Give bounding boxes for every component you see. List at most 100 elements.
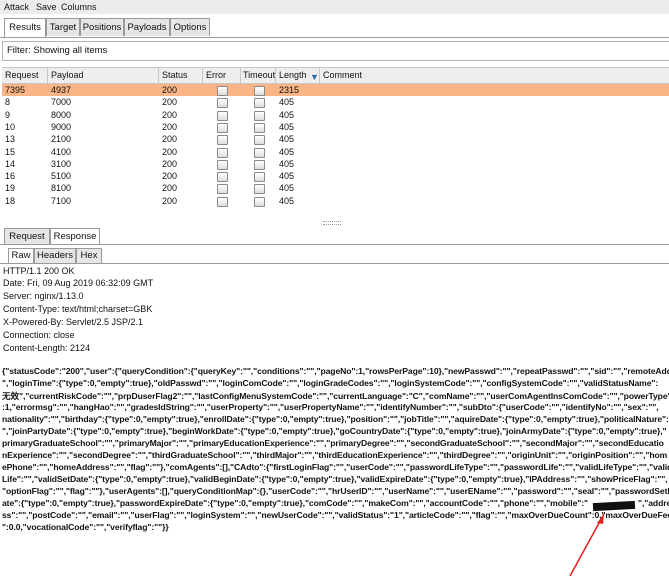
cell-payload: 2100 xyxy=(51,134,72,145)
tab-headers[interactable]: Headers xyxy=(34,248,76,264)
body-line: ","joinPartyDate":{"type":0,"empty":true… xyxy=(2,426,667,436)
header-line: X-Powered-By: Servlet/2.5 JSP/2.1 xyxy=(3,317,144,327)
cell-length: 405 xyxy=(279,109,295,120)
table-row[interactable]: 19 8100 200 405 xyxy=(2,182,669,195)
col-payload[interactable]: Payload xyxy=(51,70,84,80)
timeout-checkbox xyxy=(254,110,265,121)
table-row[interactable]: 15 4100 200 405 xyxy=(2,146,669,158)
cell-length: 2315 xyxy=(279,85,300,95)
menu-save[interactable]: Save xyxy=(36,2,57,12)
cell-payload: 4100 xyxy=(51,146,72,157)
table-row[interactable]: 16 5100 200 405 xyxy=(2,170,669,183)
tab-target[interactable]: Target xyxy=(46,18,80,36)
error-checkbox xyxy=(217,184,228,195)
tab-response[interactable]: Response xyxy=(50,228,100,245)
cell-payload: 7000 xyxy=(51,97,72,108)
cell-request: 7395 xyxy=(5,85,26,95)
body-line: {"statusCode":"200","user":{"queryCondit… xyxy=(2,366,669,376)
cell-status: 200 xyxy=(162,171,178,182)
tab-raw[interactable]: Raw xyxy=(8,248,34,264)
sort-desc-icon: ▼ xyxy=(310,72,319,82)
timeout-checkbox xyxy=(254,184,265,195)
timeout-checkbox xyxy=(254,172,265,183)
table-row[interactable]: 7395 4937 200 2315 xyxy=(2,84,669,96)
tab-results[interactable]: Results xyxy=(4,18,46,38)
cell-request: 13 xyxy=(5,134,16,145)
body-line: :1,"errormsg":"","hangHao":"","gradesIdS… xyxy=(2,402,659,412)
error-checkbox xyxy=(217,159,228,170)
cell-payload: 3100 xyxy=(51,158,72,169)
table-row[interactable]: 9 8000 200 405 xyxy=(2,109,669,121)
cell-length: 405 xyxy=(279,158,295,169)
cell-length: 405 xyxy=(279,121,295,132)
col-status[interactable]: Status xyxy=(162,70,188,80)
results-table: Request Payload Status Error Timeout Len… xyxy=(2,67,669,221)
body-line: 无效","currentRiskCode":"","prpDuserFlag2"… xyxy=(2,391,669,401)
cell-status: 200 xyxy=(162,85,178,95)
splitter-grip[interactable] xyxy=(323,221,341,225)
cell-request: 16 xyxy=(5,171,16,182)
tab-divider xyxy=(0,37,669,38)
cell-length: 405 xyxy=(279,195,295,206)
body-line: nationality":"","birthday":{"type":0,"em… xyxy=(2,414,669,424)
message-tab-divider xyxy=(0,244,669,245)
timeout-checkbox xyxy=(254,135,265,146)
cell-status: 200 xyxy=(162,134,178,145)
error-checkbox xyxy=(217,172,228,183)
cell-length: 405 xyxy=(279,134,295,145)
view-tab-divider xyxy=(0,263,669,264)
error-checkbox xyxy=(217,135,228,146)
table-row[interactable]: 10 9000 200 405 xyxy=(2,121,669,133)
body-line-tail: ","addre xyxy=(638,498,669,508)
tab-options[interactable]: Options xyxy=(170,18,210,36)
cell-payload: 7100 xyxy=(51,195,72,206)
tab-payloads[interactable]: Payloads xyxy=(124,18,170,36)
tab-hex[interactable]: Hex xyxy=(76,248,102,264)
cell-request: 10 xyxy=(5,121,16,132)
table-row[interactable]: 8 7000 200 405 xyxy=(2,96,669,109)
menu-attack[interactable]: Attack xyxy=(4,2,29,12)
cell-status: 200 xyxy=(162,146,178,157)
error-checkbox xyxy=(217,196,228,207)
filter-text: Filter: Showing all items xyxy=(7,45,108,56)
cell-length: 405 xyxy=(279,171,295,182)
cell-length: 405 xyxy=(279,146,295,157)
tab-request[interactable]: Request xyxy=(4,228,50,245)
error-checkbox xyxy=(217,98,228,109)
timeout-checkbox xyxy=(254,122,265,133)
cell-payload: 8100 xyxy=(51,183,72,194)
cell-payload: 8000 xyxy=(51,109,72,120)
cell-request: 18 xyxy=(5,195,16,206)
header-line: Content-Type: text/html;charset=GBK xyxy=(3,304,153,314)
col-comment[interactable]: Comment xyxy=(323,70,362,80)
error-checkbox xyxy=(217,86,228,96)
col-timeout[interactable]: Timeout xyxy=(243,70,275,80)
cell-payload: 4937 xyxy=(51,85,72,95)
cell-status: 200 xyxy=(162,97,178,108)
col-request[interactable]: Request xyxy=(5,70,39,80)
table-row[interactable]: 14 3100 200 405 xyxy=(2,158,669,170)
body-line: Life":"","validSetDate":{"type":0,"empty… xyxy=(2,474,668,484)
cell-request: 8 xyxy=(5,97,11,108)
cell-length: 405 xyxy=(279,97,295,108)
col-length[interactable]: Length xyxy=(279,70,307,80)
filter-bar[interactable]: Filter: Showing all items xyxy=(2,41,669,61)
timeout-checkbox xyxy=(254,159,265,170)
tab-positions[interactable]: Positions xyxy=(80,18,124,36)
menu-columns[interactable]: Columns xyxy=(61,2,97,12)
cell-status: 200 xyxy=(162,121,178,132)
table-row[interactable]: 18 7100 200 405 xyxy=(2,195,669,207)
cell-request: 14 xyxy=(5,158,16,169)
header-line: Date: Fri, 09 Aug 2019 06:32:09 GMT xyxy=(3,278,154,288)
error-checkbox xyxy=(217,147,228,158)
col-error[interactable]: Error xyxy=(206,70,226,80)
timeout-checkbox xyxy=(254,196,265,207)
header-line: Server: nginx/1.13.0 xyxy=(3,291,84,301)
body-line: nExperience":"","secondDegree":"","third… xyxy=(2,450,668,460)
cell-request: 19 xyxy=(5,183,16,194)
cell-request: 15 xyxy=(5,146,16,157)
table-row[interactable]: 13 2100 200 405 xyxy=(2,133,669,146)
timeout-checkbox xyxy=(254,147,265,158)
cell-status: 200 xyxy=(162,109,178,120)
cell-payload: 5100 xyxy=(51,171,72,182)
